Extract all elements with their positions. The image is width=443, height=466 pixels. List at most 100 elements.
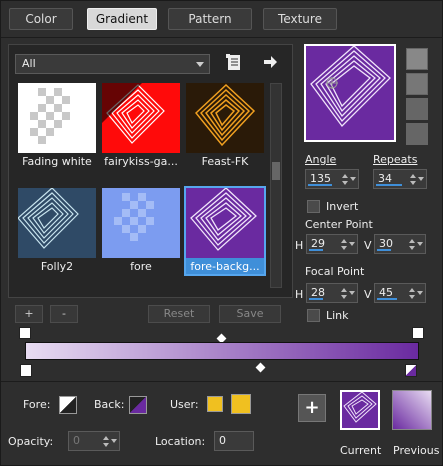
user-color-swatch[interactable] (231, 394, 251, 414)
chevron-down-icon[interactable] (417, 242, 423, 246)
thumb-image (186, 188, 264, 258)
fore-label: Fore: (23, 398, 51, 411)
location-value: 0 (219, 434, 226, 447)
location-field[interactable]: 0 (214, 431, 254, 451)
spin-up-icon[interactable] (341, 239, 347, 243)
chevron-down-icon[interactable] (349, 242, 355, 246)
thumb-image (18, 83, 96, 153)
link-label: Link (326, 309, 349, 322)
center-h-spinner[interactable]: 29 (306, 234, 358, 254)
angle-bar (308, 184, 332, 186)
thumb-label: fairykiss-ga... (104, 155, 178, 168)
opacity-value: 0 (73, 434, 80, 447)
spin-up-icon[interactable] (410, 174, 416, 178)
thumb-label: fore-backg... (190, 260, 260, 273)
sunburst-style-button[interactable] (406, 98, 428, 120)
thumb-label: Fading white (22, 155, 92, 168)
tab-color[interactable]: Color (9, 8, 73, 30)
center-h-label: H (295, 239, 304, 252)
color-stop-left[interactable] (20, 364, 32, 377)
scrollbar-thumb[interactable] (272, 162, 280, 180)
tab-gradient[interactable]: Gradient (87, 8, 157, 30)
focal-h-label: H (295, 288, 304, 301)
gradient-preview[interactable] (304, 44, 396, 142)
chevron-down-icon[interactable] (349, 291, 355, 295)
color-stop-right[interactable] (405, 364, 417, 377)
gradient-thumb-fore[interactable]: fore (102, 188, 180, 274)
center-h-bar (309, 249, 323, 251)
chevron-down-icon[interactable] (418, 177, 424, 181)
category-select[interactable]: All (15, 54, 210, 74)
invert-label: Invert (326, 200, 359, 213)
spin-down-icon[interactable] (409, 246, 415, 250)
spin-up-icon[interactable] (409, 239, 415, 243)
spin-up-icon[interactable] (103, 436, 109, 440)
opacity-stop-right[interactable] (412, 327, 424, 339)
fore-swatch[interactable] (59, 396, 77, 414)
gradient-thumb-feast-fk[interactable]: Feast-FK (186, 83, 264, 169)
chevron-down-icon[interactable] (350, 177, 356, 181)
opacity-stop-left[interactable] (19, 327, 31, 339)
chevron-down-icon[interactable] (111, 439, 117, 443)
reset-button[interactable]: Reset (148, 305, 210, 323)
current-preview (340, 390, 380, 430)
gradient-thumb-fading-white[interactable]: Fading white (18, 83, 96, 169)
add-button[interactable]: + (15, 305, 43, 323)
repeats-spinner[interactable]: 34 (373, 169, 427, 189)
center-v-spinner[interactable]: 30 (374, 234, 426, 254)
user-swatch[interactable] (207, 396, 223, 412)
chevron-down-icon (196, 62, 204, 67)
focal-point-label: Focal Point (305, 265, 365, 278)
center-v-bar (377, 249, 391, 251)
spin-up-icon[interactable] (409, 288, 415, 292)
spin-down-icon[interactable] (103, 443, 109, 447)
current-label: Current (340, 444, 382, 457)
linear-style-button[interactable] (406, 48, 428, 70)
remove-button[interactable]: - (50, 305, 78, 323)
opacity-spinner[interactable]: 0 (68, 431, 120, 451)
radial-style-button[interactable] (406, 123, 428, 145)
thumb-image (186, 83, 264, 153)
thumb-image (102, 83, 180, 153)
gradient-thumb-fairykiss[interactable]: fairykiss-ga... (102, 83, 180, 169)
focal-h-bar (309, 298, 323, 300)
spin-down-icon[interactable] (342, 181, 348, 185)
repeats-label: Repeats (373, 153, 418, 166)
gradient-dialog: Color Gradient Pattern Texture All Fadin… (0, 0, 443, 466)
tab-pattern[interactable]: Pattern (168, 8, 252, 30)
spin-down-icon[interactable] (341, 295, 347, 299)
arrow-right-icon[interactable] (263, 55, 277, 69)
spin-up-icon[interactable] (341, 288, 347, 292)
tab-texture[interactable]: Texture (263, 8, 337, 30)
repeats-bar (376, 184, 402, 186)
angle-spinner[interactable]: 135 (305, 169, 359, 189)
rectangular-style-button[interactable] (406, 73, 428, 95)
spin-down-icon[interactable] (410, 181, 416, 185)
color-midpoint[interactable] (255, 362, 266, 373)
chevron-down-icon[interactable] (417, 291, 423, 295)
previous-label: Previous (393, 444, 440, 457)
link-checkbox[interactable] (307, 309, 320, 322)
spin-down-icon[interactable] (409, 295, 415, 299)
thumb-image (102, 188, 180, 258)
previous-preview (392, 390, 432, 430)
gradient-thumb-fore-background[interactable]: fore-backg... (184, 186, 266, 276)
focal-v-spinner[interactable]: 45 (374, 283, 426, 303)
back-swatch[interactable] (129, 396, 147, 414)
location-label: Location: (155, 435, 206, 448)
center-v-label: V (364, 239, 372, 252)
library-menu-icon[interactable] (226, 54, 242, 72)
gradient-bar[interactable] (25, 342, 419, 360)
save-button[interactable]: Save (219, 305, 281, 323)
thumb-image (18, 188, 96, 258)
invert-checkbox[interactable] (307, 200, 320, 213)
tab-separator (1, 37, 443, 38)
focal-h-spinner[interactable]: 28 (306, 283, 358, 303)
spin-up-icon[interactable] (342, 174, 348, 178)
library-scrollbar[interactable] (270, 83, 282, 288)
category-value: All (22, 57, 36, 70)
gradient-thumb-folly2[interactable]: Folly2 (18, 188, 96, 274)
spin-down-icon[interactable] (341, 246, 347, 250)
add-to-library-button[interactable]: + (298, 394, 326, 422)
user-label: User: (170, 398, 199, 411)
